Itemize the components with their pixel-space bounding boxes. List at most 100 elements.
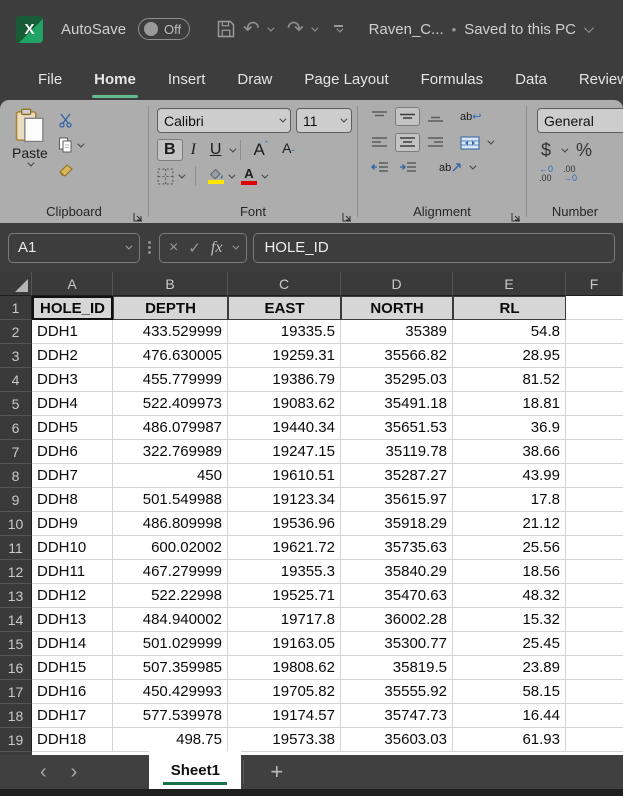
cell-A10[interactable]: DDH9 <box>32 512 113 536</box>
tab-data[interactable]: Data <box>499 67 563 94</box>
select-all-corner[interactable] <box>0 272 32 296</box>
cell-F3[interactable] <box>566 344 623 368</box>
row-header-15[interactable]: 15 <box>0 632 32 656</box>
underline-button[interactable]: U <box>204 140 228 160</box>
cell-B3[interactable]: 476.630005 <box>113 344 228 368</box>
cancel-button[interactable]: × <box>169 239 178 257</box>
clipboard-dialog-launcher[interactable] <box>132 211 144 223</box>
cell-C4[interactable]: 19386.79 <box>228 368 341 392</box>
cell-C8[interactable]: 19610.51 <box>228 464 341 488</box>
row-header-18[interactable]: 18 <box>0 704 32 728</box>
currency-chevron-icon[interactable] <box>561 145 569 153</box>
orientation-button[interactable]: ab <box>436 160 465 176</box>
cell-D8[interactable]: 35287.27 <box>341 464 453 488</box>
cell-F5[interactable] <box>566 392 623 416</box>
cell-D10[interactable]: 35918.29 <box>341 512 453 536</box>
cell-A14[interactable]: DDH13 <box>32 608 113 632</box>
orientation-chevron-icon[interactable] <box>469 162 477 170</box>
cell-B2[interactable]: 433.529999 <box>113 320 228 344</box>
cell-F18[interactable] <box>566 704 623 728</box>
cell-B15[interactable]: 501.029999 <box>113 632 228 656</box>
cell-A18[interactable]: DDH17 <box>32 704 113 728</box>
cell-C13[interactable]: 19525.71 <box>228 584 341 608</box>
cell-F12[interactable] <box>566 560 623 584</box>
cell-D14[interactable]: 36002.28 <box>341 608 453 632</box>
cell-C15[interactable]: 19163.05 <box>228 632 341 656</box>
percent-button[interactable]: % <box>576 140 592 161</box>
cell-D6[interactable]: 35651.53 <box>341 416 453 440</box>
cell-E15[interactable]: 25.45 <box>453 632 566 656</box>
paste-button[interactable]: Paste <box>12 108 48 179</box>
currency-button[interactable]: $ <box>541 140 551 161</box>
cell-B14[interactable]: 484.940002 <box>113 608 228 632</box>
column-header-E[interactable]: E <box>453 272 566 296</box>
cell-E17[interactable]: 58.15 <box>453 680 566 704</box>
cell-F7[interactable] <box>566 440 623 464</box>
cell-F4[interactable] <box>566 368 623 392</box>
cell-E12[interactable]: 18.56 <box>453 560 566 584</box>
align-middle-button[interactable] <box>395 107 420 126</box>
cut-button[interactable] <box>58 111 82 129</box>
align-center-button[interactable] <box>395 133 420 152</box>
row-header-16[interactable]: 16 <box>0 656 32 680</box>
cell-E4[interactable]: 81.52 <box>453 368 566 392</box>
increase-decimal-button[interactable]: ←0.00 <box>539 164 553 184</box>
row-header-19[interactable]: 19 <box>0 728 32 752</box>
cell-D3[interactable]: 35566.82 <box>341 344 453 368</box>
cell-C18[interactable]: 19174.57 <box>228 704 341 728</box>
cell-D1[interactable]: NORTH <box>341 296 453 320</box>
cell-D12[interactable]: 35840.29 <box>341 560 453 584</box>
excel-app-icon[interactable]: X <box>16 15 43 43</box>
formula-bar-drag-handle[interactable] <box>146 241 153 254</box>
cell-B9[interactable]: 501.549988 <box>113 488 228 512</box>
cell-B13[interactable]: 522.22998 <box>113 584 228 608</box>
cell-C19[interactable]: 19573.38 <box>228 728 341 752</box>
cell-D18[interactable]: 35747.73 <box>341 704 453 728</box>
undo-button[interactable]: ↶ <box>240 17 263 41</box>
bold-button[interactable]: B <box>157 139 183 162</box>
cell-A6[interactable]: DDH5 <box>32 416 113 440</box>
tab-home[interactable]: Home <box>78 67 152 98</box>
insert-function-button[interactable]: fx <box>211 239 223 257</box>
cell-A7[interactable]: DDH6 <box>32 440 113 464</box>
cell-B10[interactable]: 486.809998 <box>113 512 228 536</box>
cell-E19[interactable]: 61.93 <box>453 728 566 752</box>
cell-E1[interactable]: RL <box>453 296 566 320</box>
row-header-9[interactable]: 9 <box>0 488 32 512</box>
borders-button[interactable] <box>157 168 186 185</box>
cell-B17[interactable]: 450.429993 <box>113 680 228 704</box>
cell-D5[interactable]: 35491.18 <box>341 392 453 416</box>
align-bottom-button[interactable] <box>424 108 447 125</box>
cell-E5[interactable]: 18.81 <box>453 392 566 416</box>
cell-D16[interactable]: 35819.5 <box>341 656 453 680</box>
cell-F15[interactable] <box>566 632 623 656</box>
cell-F6[interactable] <box>566 416 623 440</box>
cell-F19[interactable] <box>566 728 623 752</box>
formula-input[interactable]: HOLE_ID <box>253 232 615 263</box>
decrease-decimal-button[interactable]: .00 →0 <box>563 164 577 184</box>
cell-A5[interactable]: DDH4 <box>32 392 113 416</box>
save-button[interactable] <box>216 19 236 39</box>
cell-D4[interactable]: 35295.03 <box>341 368 453 392</box>
format-painter-button[interactable] <box>58 161 82 179</box>
cell-B18[interactable]: 577.539978 <box>113 704 228 728</box>
cell-A17[interactable]: DDH16 <box>32 680 113 704</box>
redo-button[interactable]: ↷ <box>284 17 307 41</box>
cell-D19[interactable]: 35603.03 <box>341 728 453 752</box>
cell-F13[interactable] <box>566 584 623 608</box>
fx-chevron-icon[interactable] <box>232 242 240 250</box>
cell-A12[interactable]: DDH11 <box>32 560 113 584</box>
italic-button[interactable]: I <box>185 140 202 160</box>
tab-file[interactable]: File <box>22 67 78 94</box>
column-header-D[interactable]: D <box>341 272 453 296</box>
number-format-combobox[interactable]: General <box>537 108 623 133</box>
cell-B19[interactable]: 498.75 <box>113 728 228 752</box>
font-dialog-launcher[interactable] <box>341 211 353 223</box>
row-header-2[interactable]: 2 <box>0 320 32 344</box>
cell-F16[interactable] <box>566 656 623 680</box>
cell-C16[interactable]: 19808.62 <box>228 656 341 680</box>
cell-F10[interactable] <box>566 512 623 536</box>
cell-C12[interactable]: 19355.3 <box>228 560 341 584</box>
redo-chevron-icon[interactable] <box>310 24 319 32</box>
cell-E16[interactable]: 23.89 <box>453 656 566 680</box>
